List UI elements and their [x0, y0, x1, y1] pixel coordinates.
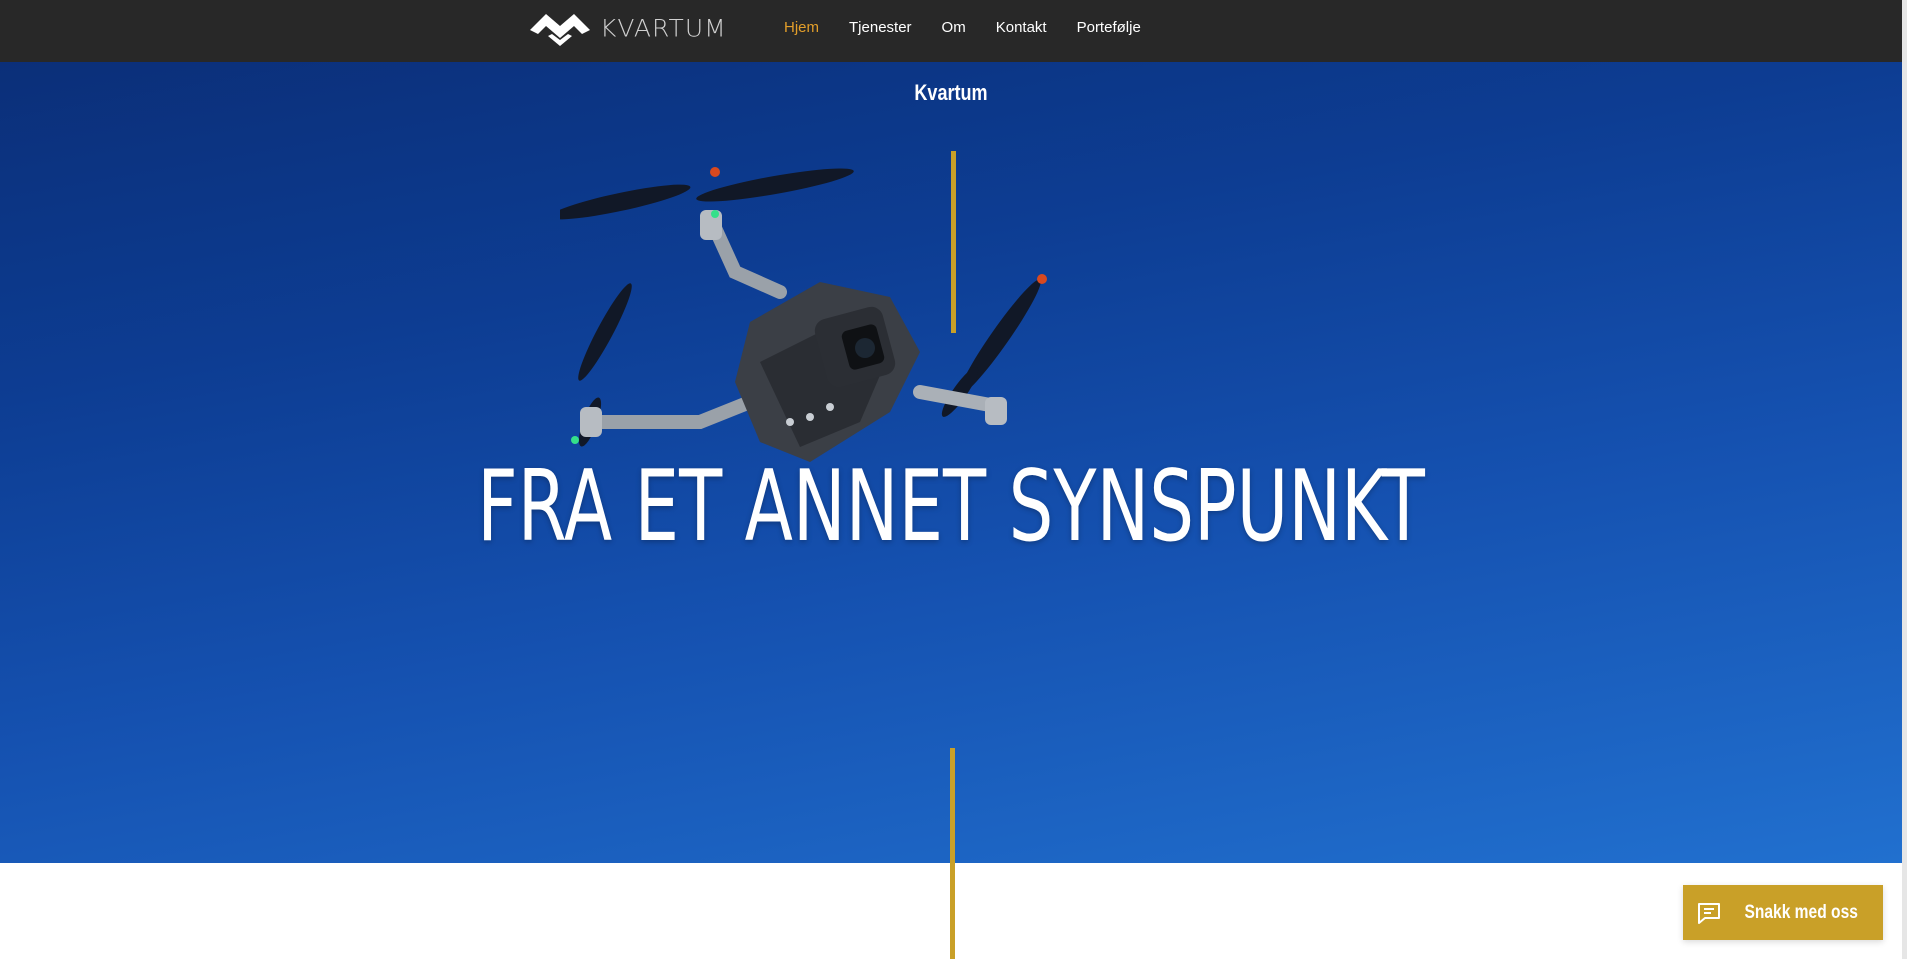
- hero-brand-title: Kvartum: [914, 80, 988, 105]
- nav-item-portefolje[interactable]: Portefølje: [1077, 19, 1141, 36]
- drone-image: [560, 167, 1047, 462]
- site-header: KVARTUM Hjem Tjenester Om Kontakt Portef…: [0, 0, 1902, 62]
- gold-divider-bottom: [950, 748, 955, 959]
- logo[interactable]: KVARTUM: [528, 6, 728, 50]
- chat-button[interactable]: Snakk med oss: [1683, 885, 1883, 940]
- kvartum-logo-mark-icon: [530, 14, 590, 46]
- chat-button-label: Snakk med oss: [1744, 901, 1858, 923]
- chat-bubble-icon: [1696, 902, 1722, 924]
- hero-section: Kvartum FRA ET ANNET SYNSPUNKT: [0, 62, 1902, 863]
- nav-item-hjem[interactable]: Hjem: [784, 19, 819, 36]
- nav-item-kontakt[interactable]: Kontakt: [996, 19, 1047, 36]
- main-nav: Hjem Tjenester Om Kontakt Portefølje: [769, 0, 1156, 54]
- hero-headline: FRA ET ANNET SYNSPUNKT: [477, 449, 1425, 564]
- logo-text: KVARTUM: [600, 14, 727, 42]
- nav-item-om[interactable]: Om: [942, 19, 966, 36]
- nav-item-tjenester[interactable]: Tjenester: [849, 19, 912, 36]
- page-scrollbar[interactable]: [1902, 0, 1907, 959]
